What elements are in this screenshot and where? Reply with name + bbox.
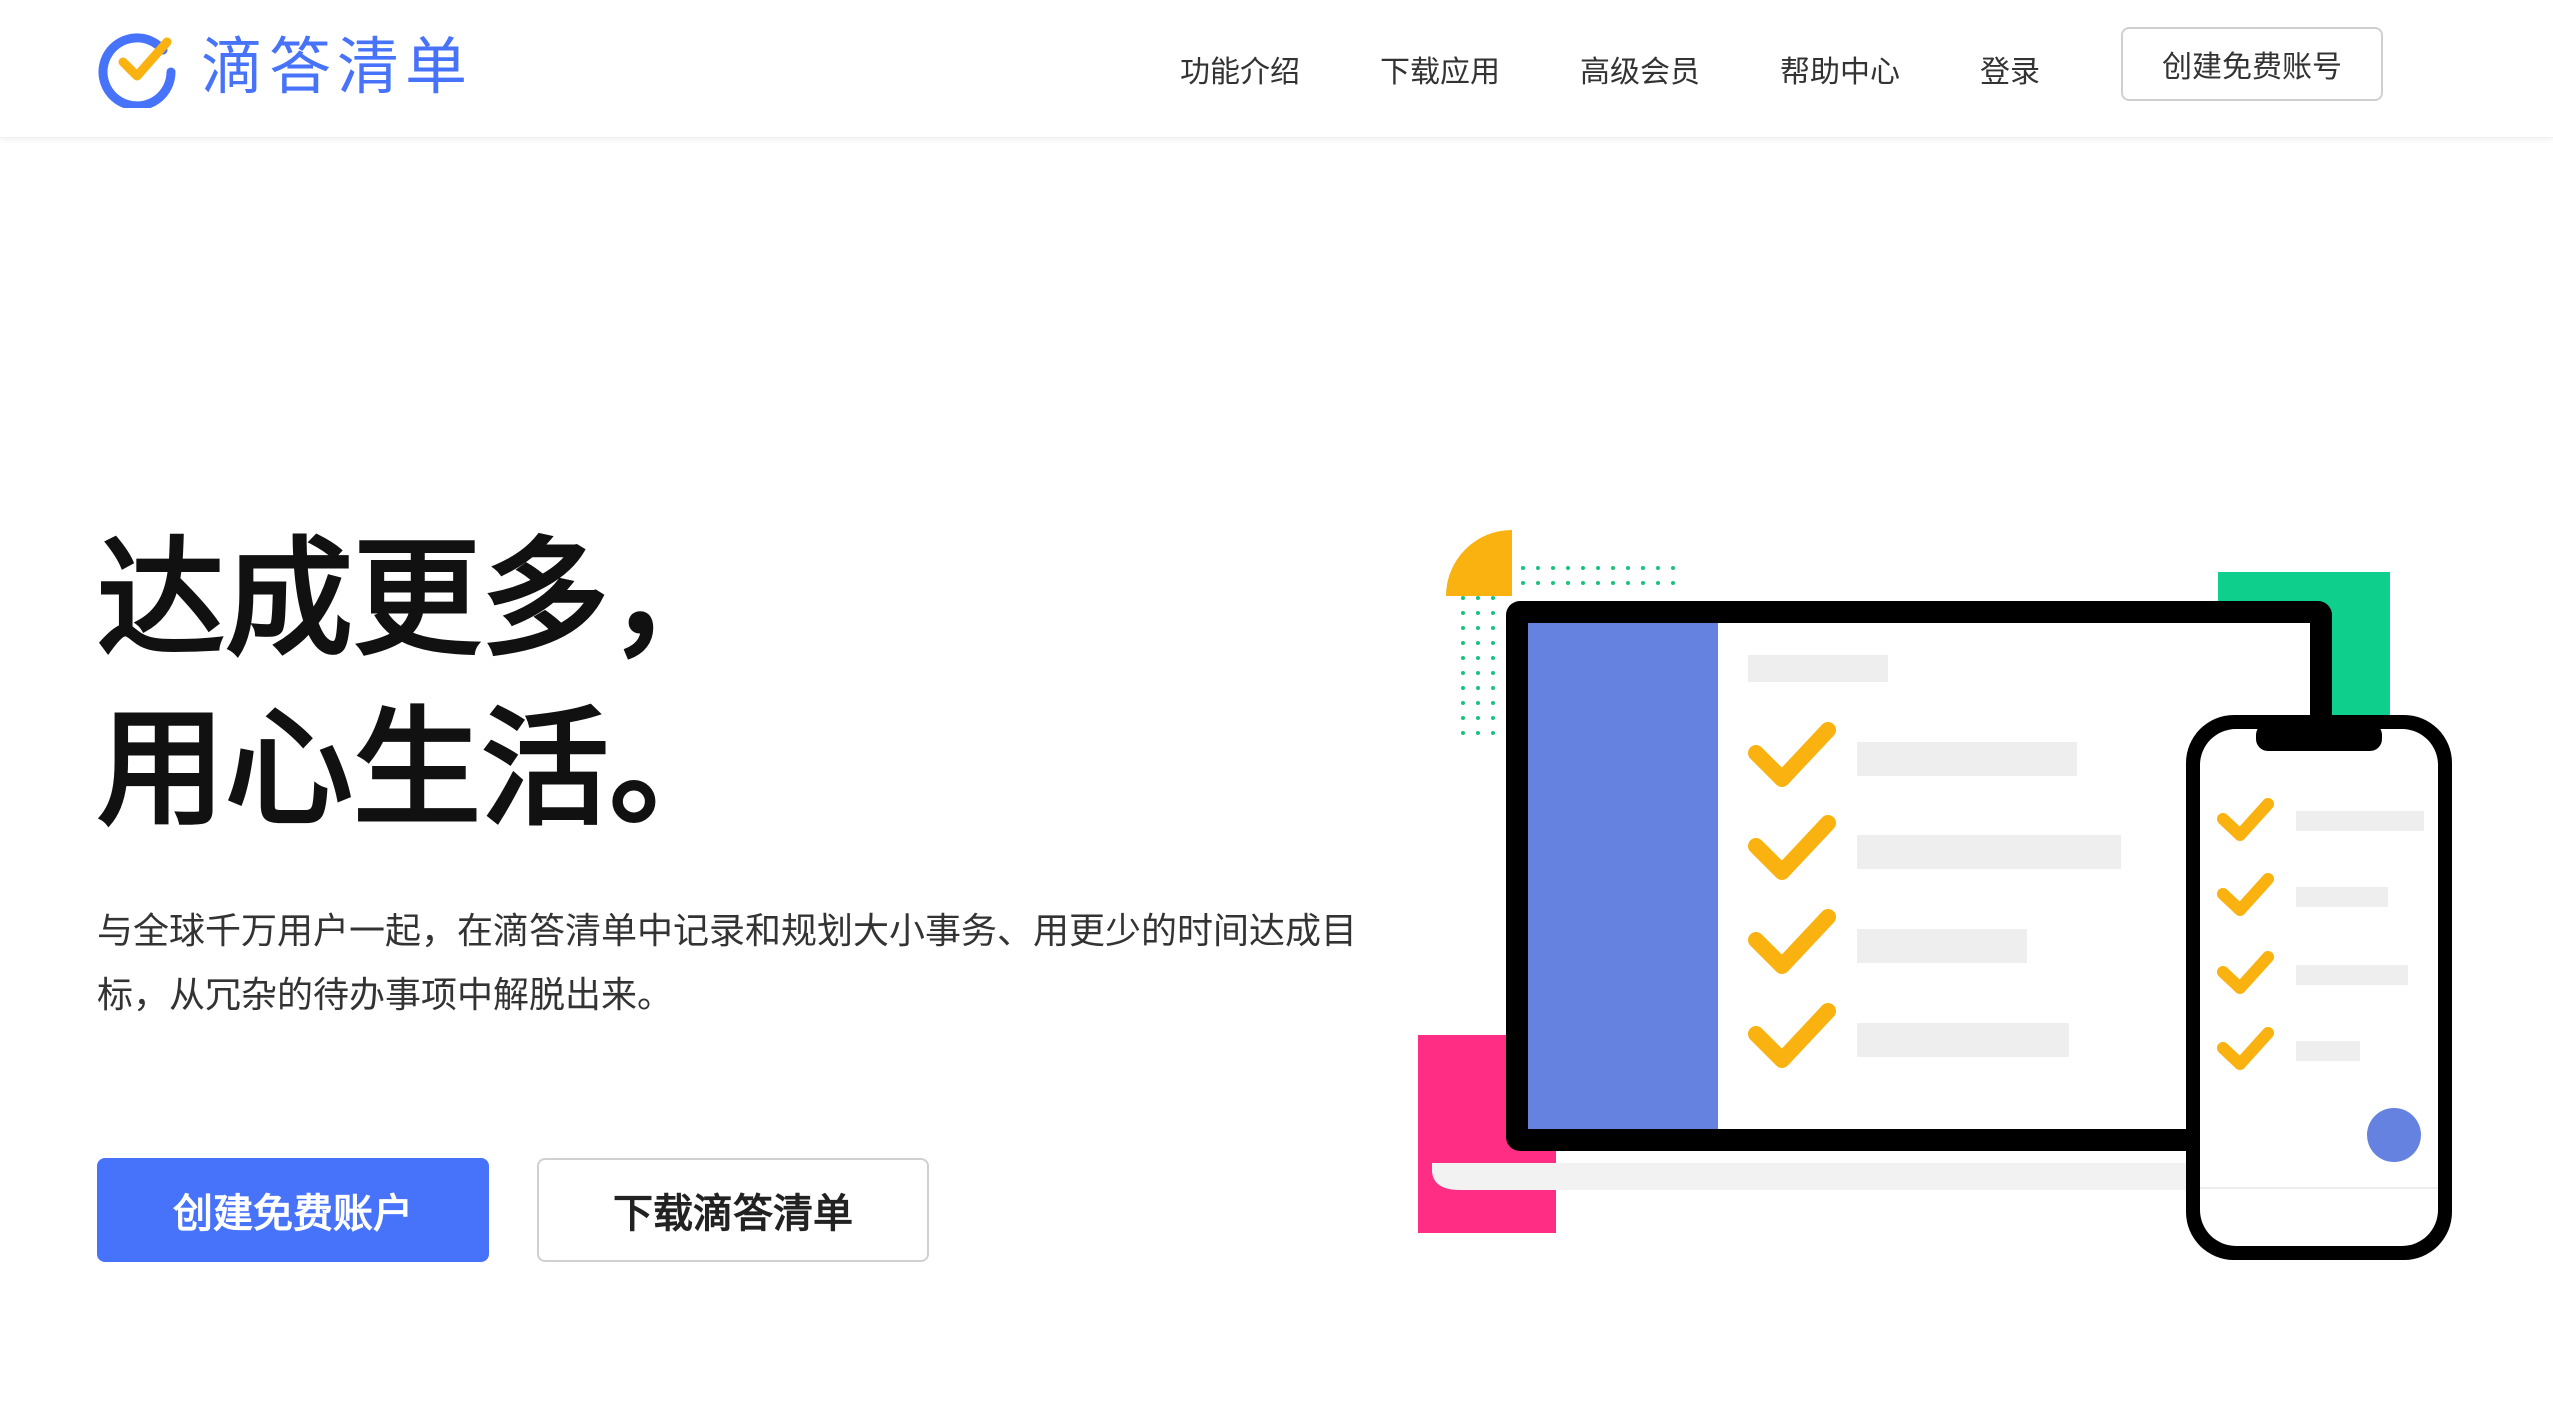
site-header: 滴答清单 功能介绍 下载应用 高级会员 帮助中心 登录 创建免费账号: [0, 0, 2553, 138]
create-account-nav-button[interactable]: 创建免费账号: [2121, 27, 2383, 101]
phone-add-button-icon: [2367, 1108, 2421, 1162]
hero-title: 达成更多， 用心生活。: [97, 515, 737, 855]
nav-login[interactable]: 登录: [1980, 47, 2040, 91]
download-app-button[interactable]: 下载滴答清单: [537, 1158, 929, 1262]
checkmark-logo-icon: [98, 33, 176, 108]
create-free-account-button[interactable]: 创建免费账户: [97, 1158, 489, 1262]
nav-premium[interactable]: 高级会员: [1580, 47, 1700, 91]
phone: [2186, 715, 2452, 1260]
main-nav: 功能介绍 下载应用 高级会员 帮助中心 登录: [1180, 0, 2120, 137]
nav-help[interactable]: 帮助中心: [1780, 47, 1900, 91]
nav-download[interactable]: 下载应用: [1380, 47, 1500, 91]
hero-title-line1: 达成更多，: [97, 525, 738, 674]
logo[interactable]: 滴答清单: [97, 24, 473, 110]
nav-features[interactable]: 功能介绍: [1180, 47, 1300, 91]
logo-text: 滴答清单: [201, 30, 474, 103]
hero-subtitle: 与全球千万用户一起，在滴答清单中记录和规划大小事务、用更少的时间达成目标，从冗杂…: [97, 911, 1358, 1016]
hero-title-line2: 用心生活。: [97, 695, 738, 844]
devices-illustration: [1418, 530, 2452, 1260]
yellow-quarter-shape: [1446, 530, 1512, 596]
